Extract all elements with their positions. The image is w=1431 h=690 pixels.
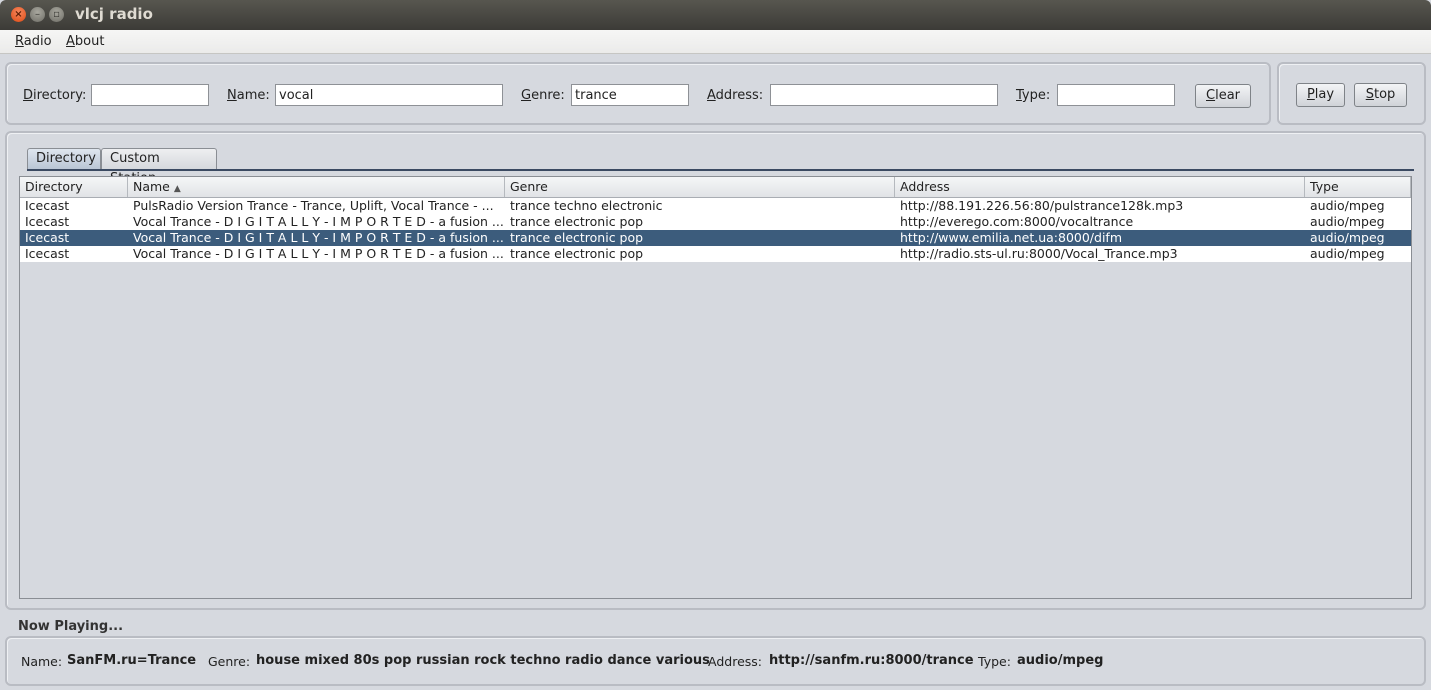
directory-label: Directory:: [23, 88, 87, 103]
address-field[interactable]: [770, 84, 998, 106]
minimize-icon: –: [35, 9, 40, 20]
now-playing-label: Now Playing...: [18, 619, 124, 634]
np-genre-value: house mixed 80s pop russian rock techno …: [256, 653, 710, 668]
genre-label: Genre:: [521, 88, 565, 103]
sort-ascending-icon: ▲: [173, 184, 181, 194]
cell-genre: trance electronic pop: [510, 214, 644, 229]
cell-type: audio/mpeg: [1310, 198, 1385, 213]
menu-bar: Radio About: [0, 30, 1431, 54]
type-label: Type:: [1016, 88, 1051, 103]
np-genre-label: Genre:: [208, 654, 251, 669]
cell-name: PulsRadio Version Trance - Trance, Uplif…: [133, 198, 494, 213]
table-row[interactable]: Icecast Vocal Trance - D I G I T A L L Y …: [20, 214, 1411, 230]
type-field[interactable]: [1057, 84, 1175, 106]
name-field[interactable]: [275, 84, 503, 106]
maximize-window-button[interactable]: ▫: [49, 7, 64, 22]
column-header-type[interactable]: Type: [1305, 177, 1411, 197]
menu-about[interactable]: About: [66, 34, 104, 49]
station-table[interactable]: Directory Name ▲ Genre Address Type Icec…: [19, 176, 1412, 599]
np-name-value: SanFM.ru=Trance: [67, 653, 197, 668]
window-title: vlcj radio: [75, 5, 153, 23]
name-label: Name:: [227, 88, 270, 103]
table-header: Directory Name ▲ Genre Address Type: [20, 177, 1411, 198]
maximize-icon: ▫: [53, 9, 60, 20]
cell-type: audio/mpeg: [1310, 246, 1385, 261]
genre-field[interactable]: [571, 84, 689, 106]
cell-directory: Icecast: [25, 246, 70, 261]
tab-custom-station[interactable]: Custom Station: [101, 148, 217, 186]
column-header-name[interactable]: Name ▲: [128, 177, 505, 197]
address-label: Address:: [707, 88, 764, 103]
clear-button[interactable]: Clear: [1195, 84, 1251, 108]
np-name-label: Name:: [21, 654, 63, 669]
cell-type: audio/mpeg: [1310, 214, 1385, 229]
cell-name: Vocal Trance - D I G I T A L L Y - I M P…: [133, 214, 504, 229]
cell-type: audio/mpeg: [1310, 230, 1385, 245]
table-row[interactable]: Icecast Vocal Trance - D I G I T A L L Y …: [20, 246, 1411, 262]
cell-genre: trance techno electronic: [510, 198, 663, 213]
stop-button[interactable]: Stop: [1354, 83, 1407, 107]
close-icon: ×: [14, 9, 23, 20]
close-window-button[interactable]: ×: [11, 7, 26, 22]
cell-directory: Icecast: [25, 214, 70, 229]
cell-address: http://www.emilia.net.ua:8000/difm: [900, 230, 1122, 245]
column-header-genre[interactable]: Genre: [505, 177, 895, 197]
minimize-window-button[interactable]: –: [30, 7, 45, 22]
tab-underline: [27, 169, 1414, 171]
cell-genre: trance electronic pop: [510, 230, 644, 245]
cell-address: http://88.191.226.56:80/pulstrance128k.m…: [900, 198, 1184, 213]
title-bar: × – ▫ vlcj radio: [0, 0, 1431, 30]
cell-genre: trance electronic pop: [510, 246, 644, 261]
cell-directory: Icecast: [25, 198, 70, 213]
directory-field[interactable]: [91, 84, 209, 106]
np-address-value: http://sanfm.ru:8000/trance: [769, 653, 974, 668]
cell-address: http://radio.sts-ul.ru:8000/Vocal_Trance…: [900, 246, 1178, 261]
np-type-value: audio/mpeg: [1017, 653, 1104, 668]
np-address-label: Address:: [708, 654, 762, 669]
column-header-address[interactable]: Address: [895, 177, 1305, 197]
cell-address: http://everego.com:8000/vocaltrance: [900, 214, 1134, 229]
table-row[interactable]: Icecast Vocal Trance - D I G I T A L L Y …: [20, 230, 1411, 246]
tab-directory[interactable]: Directory: [27, 148, 101, 170]
cell-directory: Icecast: [25, 230, 70, 245]
cell-name: Vocal Trance - D I G I T A L L Y - I M P…: [133, 246, 504, 261]
cell-name: Vocal Trance - D I G I T A L L Y - I M P…: [133, 230, 504, 245]
table-row[interactable]: Icecast PulsRadio Version Trance - Trance…: [20, 198, 1411, 214]
play-button[interactable]: Play: [1296, 83, 1345, 107]
menu-radio[interactable]: Radio: [15, 34, 52, 49]
column-header-directory[interactable]: Directory: [20, 177, 128, 197]
np-type-label: Type:: [978, 654, 1011, 669]
